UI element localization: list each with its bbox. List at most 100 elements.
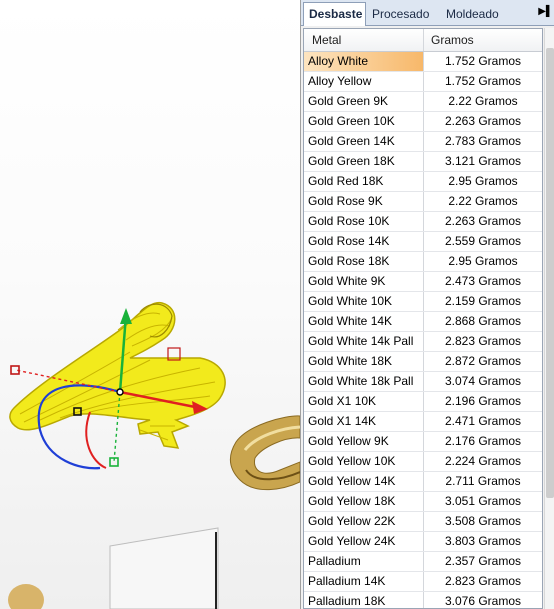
table-row[interactable]: Gold White 18k Pall 3.074 Gramos [304, 372, 542, 392]
metal-cell[interactable]: Gold White 14K [304, 312, 424, 331]
metal-cell[interactable]: Palladium [304, 552, 424, 571]
table-row[interactable]: Gold Green 14K 2.783 Gramos [304, 132, 542, 152]
table-row[interactable]: Gold X1 10K 2.196 Gramos [304, 392, 542, 412]
gramos-cell: 2.95 Gramos [448, 174, 518, 188]
gramos-cell: 3.803 Gramos [444, 534, 522, 548]
metal-cell[interactable]: Gold Yellow 10K [304, 452, 424, 471]
gramos-cell: 2.159 Gramos [444, 294, 522, 308]
table-row[interactable]: Gold X1 14K 2.471 Gramos [304, 412, 542, 432]
metal-cell[interactable]: Gold Rose 14K [304, 232, 424, 251]
table-row[interactable]: Palladium 14K 2.823 Gramos [304, 572, 542, 592]
metal-weights-table: Metal Gramos Alloy White 1.752 Gramos Allo… [303, 28, 543, 609]
gramos-cell: 1.752 Gramos [444, 54, 522, 68]
tab-desbaste[interactable]: Desbaste [303, 2, 366, 26]
x-rotation-arc[interactable] [85, 411, 107, 469]
3d-viewport[interactable] [0, 0, 300, 609]
table-body: Alloy White 1.752 Gramos Alloy Yellow 1.752… [304, 52, 542, 608]
metal-cell[interactable]: Gold Yellow 24K [304, 532, 424, 551]
metal-cell[interactable]: Gold Yellow 14K [304, 472, 424, 491]
metal-cell[interactable]: Gold X1 14K [304, 412, 424, 431]
metal-cell[interactable]: Alloy Yellow [304, 72, 424, 91]
table-row[interactable]: Gold Yellow 22K 3.508 Gramos [304, 512, 542, 532]
metal-cell[interactable]: Palladium 14K [304, 572, 424, 591]
gramos-cell: 2.872 Gramos [444, 354, 522, 368]
arrow-right-icon[interactable]: ▶▌ [538, 6, 553, 17]
gramos-cell: 2.559 Gramos [444, 234, 522, 248]
column-header-gramos[interactable]: Gramos [424, 29, 542, 51]
metal-cell[interactable]: Gold X1 10K [304, 392, 424, 411]
gizmo-center[interactable] [116, 388, 124, 396]
table-row[interactable]: Palladium 18K 3.076 Gramos [304, 592, 542, 608]
tab-procesado[interactable]: Procesado [367, 3, 439, 25]
gramos-cell: 1.752 Gramos [444, 74, 522, 88]
table-row[interactable]: Gold Yellow 24K 3.803 Gramos [304, 532, 542, 552]
table-row[interactable]: Gold White 18K 2.872 Gramos [304, 352, 542, 372]
metal-cell[interactable]: Palladium 18K [304, 592, 424, 608]
tab-moldeado[interactable]: Moldeado [441, 3, 509, 25]
metal-cell[interactable]: Gold White 10K [304, 292, 424, 311]
gramos-cell: 2.196 Gramos [444, 394, 522, 408]
table-row[interactable]: Gold White 10K 2.159 Gramos [304, 292, 542, 312]
table-row[interactable]: Gold Yellow 14K 2.711 Gramos [304, 472, 542, 492]
gramos-cell: 2.711 Gramos [445, 474, 521, 488]
gramos-cell: 3.076 Gramos [444, 594, 522, 608]
gramos-cell: 2.357 Gramos [444, 554, 522, 568]
table-row[interactable]: Gold Yellow 10K 2.224 Gramos [304, 452, 542, 472]
gramos-cell: 2.823 Gramos [444, 334, 522, 348]
metal-cell[interactable]: Gold Yellow 22K [304, 512, 424, 531]
table-row[interactable]: Gold White 14k Pall 2.823 Gramos [304, 332, 542, 352]
metal-cell[interactable]: Gold Green 14K [304, 132, 424, 151]
scrollbar-thumb[interactable] [546, 48, 554, 498]
gramos-cell: 3.051 Gramos [444, 494, 522, 508]
metal-cell[interactable]: Gold Green 9K [304, 92, 424, 111]
table-row[interactable]: Alloy Yellow 1.752 Gramos [304, 72, 542, 92]
viewport-scene[interactable] [0, 0, 300, 609]
gold-ring-object [230, 415, 300, 491]
table-row[interactable]: Gold Rose 10K 2.263 Gramos [304, 212, 542, 232]
metal-cell[interactable]: Gold White 14k Pall [304, 332, 424, 351]
table-row[interactable]: Gold White 14K 2.868 Gramos [304, 312, 542, 332]
metal-cell[interactable]: Gold Red 18K [304, 172, 424, 191]
gramos-cell: 2.176 Gramos [444, 434, 522, 448]
metal-cell[interactable]: Gold Green 10K [304, 112, 424, 131]
metal-cell[interactable]: Gold Yellow 18K [304, 492, 424, 511]
table-row[interactable]: Gold Green 9K 2.22 Gramos [304, 92, 542, 112]
table-row[interactable]: Gold Green 18K 3.121 Gramos [304, 152, 542, 172]
table-row[interactable]: Gold Yellow 18K 3.051 Gramos [304, 492, 542, 512]
table-row[interactable]: Gold Rose 18K 2.95 Gramos [304, 252, 542, 272]
column-header-metal[interactable]: Metal [304, 29, 424, 51]
gramos-cell: 2.263 Gramos [444, 114, 522, 128]
gramos-cell: 2.263 Gramos [444, 214, 522, 228]
gramos-cell: 2.22 Gramos [448, 94, 518, 108]
table-row[interactable]: Gold Yellow 9K 2.176 Gramos [304, 432, 542, 452]
metal-cell[interactable]: Gold White 18K [304, 352, 424, 371]
table-row[interactable]: Gold Red 18K 2.95 Gramos [304, 172, 542, 192]
table-row[interactable]: Gold White 9K 2.473 Gramos [304, 272, 542, 292]
gramos-cell: 2.783 Gramos [444, 134, 522, 148]
metal-cell[interactable]: Gold Rose 9K [304, 192, 424, 211]
metal-cell[interactable]: Gold Rose 18K [304, 252, 424, 271]
gramos-cell: 2.473 Gramos [444, 274, 522, 288]
gramos-cell: 2.868 Gramos [444, 314, 522, 328]
gramos-cell: 3.508 Gramos [444, 514, 522, 528]
vertical-scrollbar[interactable] [544, 28, 554, 609]
table-row[interactable]: Alloy White 1.752 Gramos [304, 52, 542, 72]
table-header: Metal Gramos [304, 29, 542, 52]
gramos-cell: 2.823 Gramos [444, 574, 522, 588]
properties-panel: Desbaste Procesado Moldeado ▶▌ Metal Gra… [300, 0, 554, 609]
white-block-object [109, 527, 219, 609]
table-row[interactable]: Gold Rose 9K 2.22 Gramos [304, 192, 542, 212]
gramos-cell: 2.224 Gramos [444, 454, 522, 468]
metal-cell[interactable]: Alloy White [304, 52, 424, 71]
metal-cell[interactable]: Gold White 18k Pall [304, 372, 424, 391]
metal-cell[interactable]: Gold Yellow 9K [304, 432, 424, 451]
y-axis-arrowhead[interactable] [120, 308, 132, 324]
table-row[interactable]: Palladium 2.357 Gramos [304, 552, 542, 572]
metal-cell[interactable]: Gold White 9K [304, 272, 424, 291]
table-row[interactable]: Gold Green 10K 2.263 Gramos [304, 112, 542, 132]
metal-cell[interactable]: Gold Green 18K [304, 152, 424, 171]
gramos-cell: 2.95 Gramos [448, 254, 518, 268]
table-row[interactable]: Gold Rose 14K 2.559 Gramos [304, 232, 542, 252]
gold-sphere-object [8, 584, 44, 609]
metal-cell[interactable]: Gold Rose 10K [304, 212, 424, 231]
